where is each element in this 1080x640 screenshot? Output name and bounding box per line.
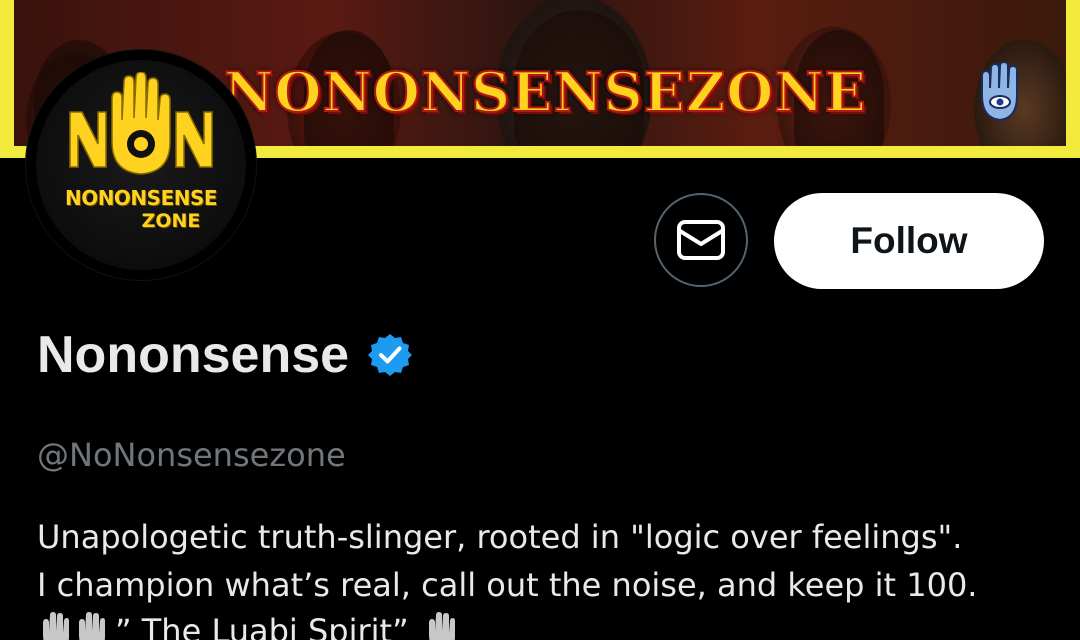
envelope-icon xyxy=(677,220,725,260)
display-name: Nononsense xyxy=(37,326,350,384)
bio-spirit-text: ” The Luabi Spirit” xyxy=(115,612,409,640)
hamsa-icon xyxy=(79,612,105,640)
verified-badge-icon[interactable] xyxy=(367,332,413,378)
hamsa-icon xyxy=(428,612,455,640)
message-button[interactable] xyxy=(654,193,748,287)
bio-line: I champion what’s real, call out the noi… xyxy=(37,566,978,604)
hand-eye-logo-icon xyxy=(69,72,213,175)
bio-line: Unapologetic truth-slinger, rooted in "l… xyxy=(37,518,963,556)
avatar-logo-subtext: ZONE xyxy=(141,210,201,232)
avatar-logo-text: NONONSENSE xyxy=(64,186,218,210)
profile-avatar[interactable]: NONONSENSE ZONE xyxy=(26,50,256,280)
hamsa-eye-icon xyxy=(981,62,1018,122)
bio-line: ” The Luabi Spirit” xyxy=(37,608,459,640)
follow-button[interactable]: Follow xyxy=(774,193,1044,289)
banner-title: NONONSENSEZONE xyxy=(223,60,867,124)
profile-handle: @NoNonsensezone xyxy=(37,436,346,474)
display-name-row: Nononsense xyxy=(37,322,413,388)
hamsa-icon xyxy=(43,612,69,640)
